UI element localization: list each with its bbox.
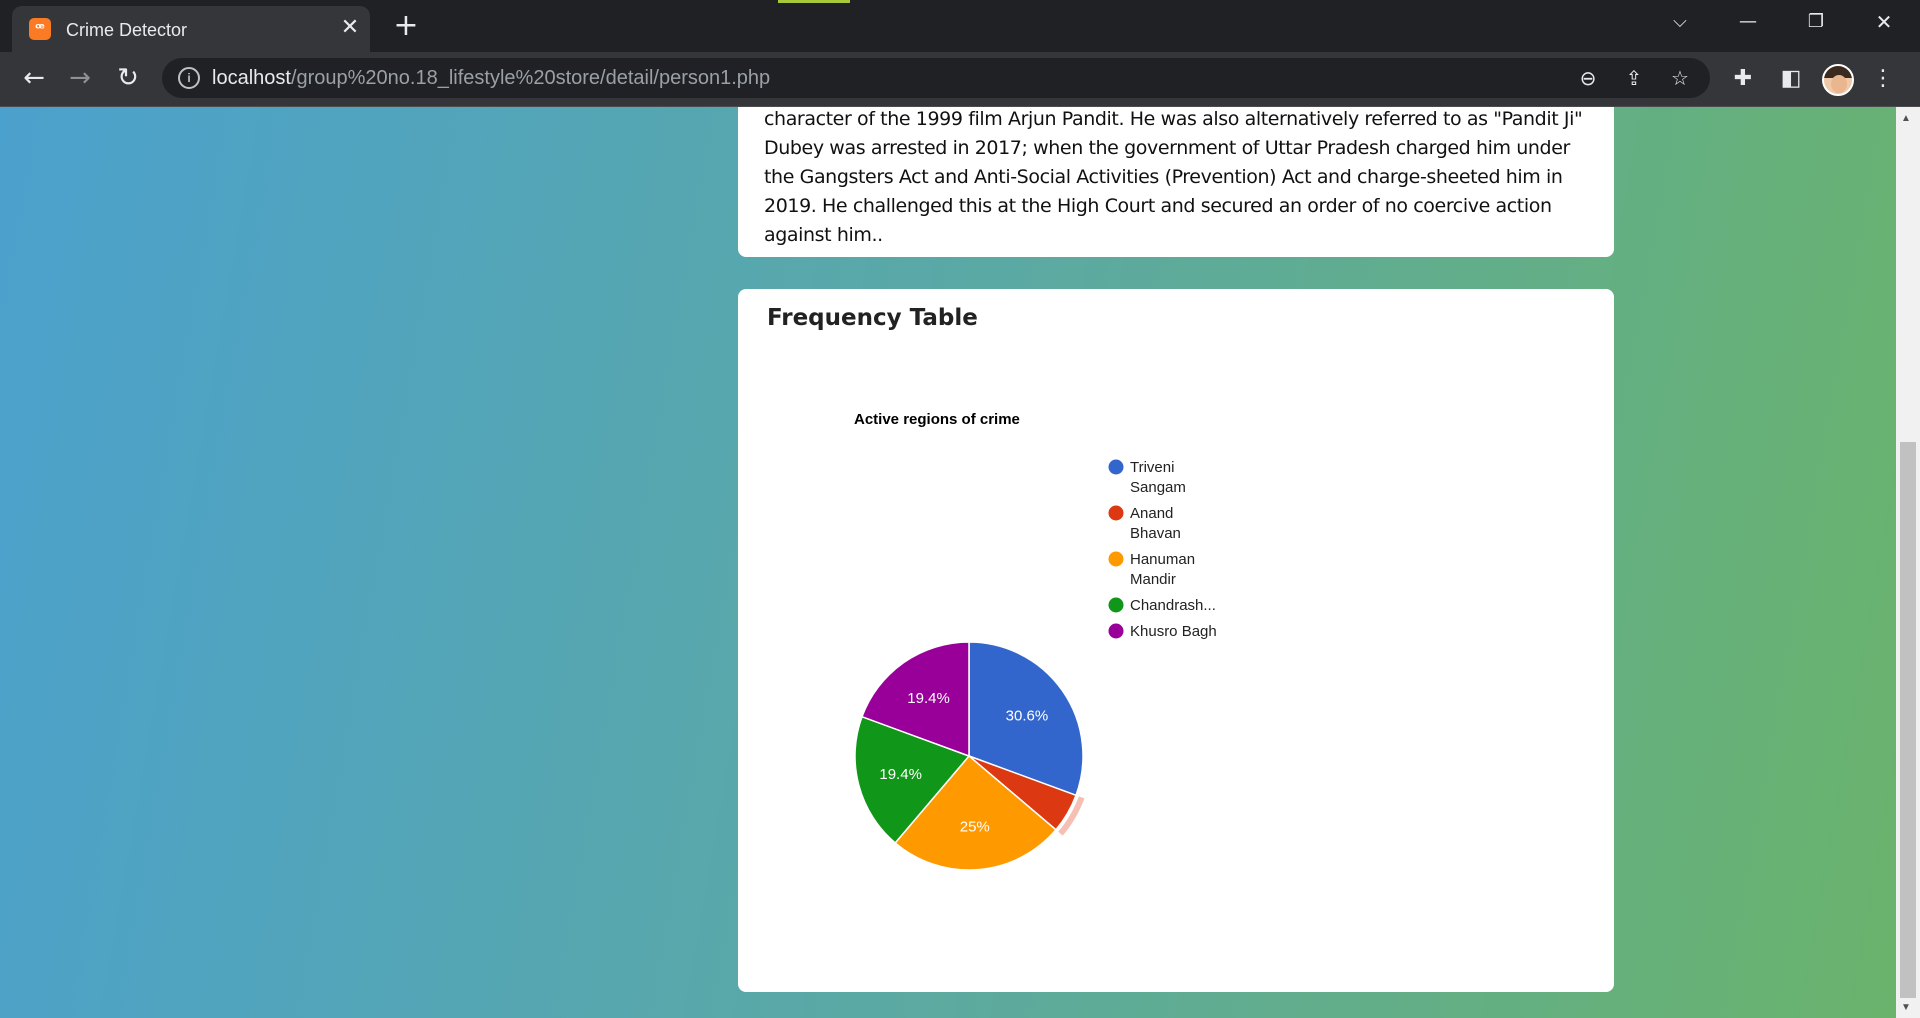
share-icon[interactable]: ⇪	[1620, 64, 1648, 92]
legend-entry-text[interactable]: Hanuman	[1130, 551, 1195, 568]
page-content: character of the 1999 film Arjun Pandit.…	[0, 107, 1896, 1018]
legend-entry-text[interactable]: Bhavan	[1130, 525, 1181, 542]
legend-entry-text[interactable]: Khusro Bagh	[1130, 623, 1217, 640]
side-panel-icon[interactable]: ◧	[1776, 64, 1806, 94]
scroll-up-arrow-icon[interactable]: ▲	[1901, 113, 1911, 124]
zoom-out-icon[interactable]: ⊖	[1574, 64, 1602, 92]
bio-text: character of the 1999 film Arjun Pandit.…	[764, 108, 1583, 246]
frequency-table-card: Frequency Table Active regions of crime …	[738, 289, 1614, 992]
extensions-puzzle-icon[interactable]: ✚	[1728, 64, 1758, 94]
tab-title: Crime Detector	[66, 20, 188, 40]
browser-toolbar: ← → ↻ i localhost/group%20no.18_lifestyl…	[0, 52, 1920, 107]
legend-entry-text[interactable]: Triveni	[1130, 459, 1174, 476]
forward-arrow-icon[interactable]: →	[62, 60, 98, 96]
new-tab-button[interactable]: +	[388, 8, 424, 44]
legend-entry-text[interactable]: Anand	[1130, 505, 1173, 522]
site-info-icon[interactable]: i	[178, 67, 200, 89]
pie-slice-label: 19.4%	[879, 766, 922, 783]
legend-swatch	[1108, 459, 1124, 475]
browser-tab[interactable]: ꟹ Crime Detector ✕	[12, 6, 370, 52]
restore-window-icon[interactable]: ❐	[1788, 0, 1844, 44]
legend-swatch	[1108, 623, 1124, 639]
vertical-scrollbar[interactable]: ▲ ▼	[1896, 107, 1920, 1018]
legend-entry-text[interactable]: Mandir	[1130, 571, 1176, 588]
xampp-favicon-icon: ꟹ	[29, 18, 51, 40]
bookmark-star-icon[interactable]: ☆	[1666, 64, 1694, 92]
back-arrow-icon[interactable]: ←	[16, 60, 52, 96]
legend-entry-text[interactable]: Sangam	[1130, 479, 1186, 496]
pie-slice-label: 30.6%	[1006, 708, 1049, 725]
minimize-window-icon[interactable]: —	[1720, 0, 1776, 44]
loading-indicator	[778, 0, 850, 3]
legend-swatch	[1108, 551, 1124, 567]
pie-slice-label: 19.4%	[907, 690, 950, 707]
tab-close-icon[interactable]: ✕	[334, 12, 366, 44]
tab-strip: ꟹ Crime Detector ✕ + ⌵ — ❐ ✕	[0, 0, 1920, 52]
bio-card: character of the 1999 film Arjun Pandit.…	[738, 107, 1614, 257]
url-text: localhost/group%20no.18_lifestyle%20stor…	[212, 67, 770, 90]
reload-icon[interactable]: ↻	[110, 60, 146, 96]
chart-title: Active regions of crime	[854, 411, 1020, 428]
legend-swatch	[1108, 505, 1124, 521]
profile-avatar[interactable]	[1822, 64, 1854, 96]
legend-entry-text[interactable]: Chandrash...	[1130, 597, 1216, 614]
url-host: localhost	[212, 67, 291, 89]
address-bar[interactable]: i localhost/group%20no.18_lifestyle%20st…	[162, 58, 1710, 98]
pie-chart[interactable]: Active regions of crime 30.6% 25% 19.4% 19.…	[738, 289, 1614, 992]
url-path: /group%20no.18_lifestyle%20store/detail/…	[290, 67, 771, 89]
menu-kebab-icon[interactable]: ⋮	[1868, 64, 1898, 94]
legend-swatch	[1108, 597, 1124, 613]
tab-search-chevron-icon[interactable]: ⌵	[1652, 0, 1708, 44]
scroll-thumb[interactable]	[1900, 442, 1916, 998]
close-window-icon[interactable]: ✕	[1856, 0, 1912, 44]
pie-slice-label: 25%	[960, 818, 990, 835]
scroll-down-arrow-icon[interactable]: ▼	[1901, 1002, 1911, 1013]
